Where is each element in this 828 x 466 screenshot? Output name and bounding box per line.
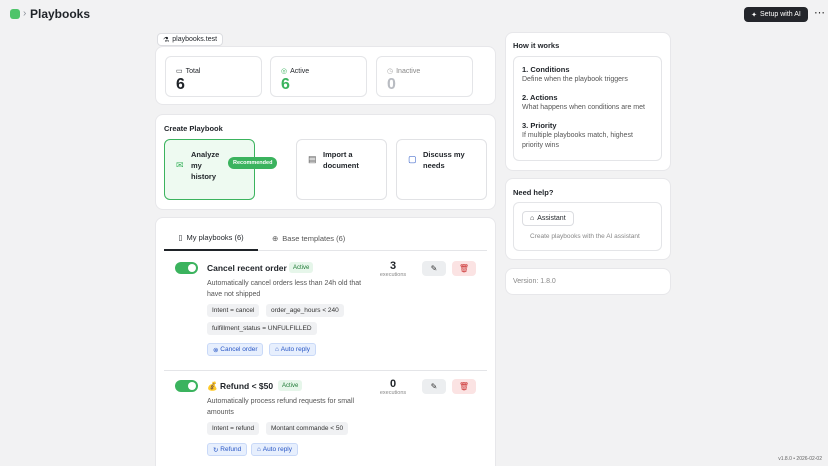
tab-label: Base templates (6)	[282, 234, 346, 243]
app-logo-icon	[10, 9, 20, 19]
action-chip: ⊗ Cancel order	[207, 343, 264, 356]
condition-chip: Intent = refund	[207, 422, 260, 435]
step-conditions: 1. Conditions Define when the playbook tr…	[522, 65, 660, 85]
step-text: What happens when conditions are met	[522, 104, 645, 111]
discuss-needs-option[interactable]: ▢ Discuss my needs	[396, 139, 487, 200]
count-label: executions	[379, 390, 407, 396]
step-title: 1. Conditions	[522, 65, 570, 74]
step-priority: 3. Priority If multiple playbooks match, …	[522, 121, 652, 151]
playbook-item: Cancel recent order Active 3 executions …	[164, 253, 487, 370]
import-document-option[interactable]: ▤ Import a document	[296, 139, 387, 200]
assistant-label: Assistant	[537, 215, 566, 222]
step-title: 3. Priority	[522, 121, 557, 130]
assistant-button[interactable]: ⌂ Assistant	[522, 211, 574, 226]
how-it-works-title: How it works	[513, 41, 560, 50]
count-value: 3	[389, 260, 397, 272]
help-text: Create playbooks with the AI assistant	[530, 233, 640, 240]
execution-count: 3 executions	[373, 260, 413, 278]
document-icon: ▤	[308, 154, 317, 164]
domain-chip[interactable]: ⚗ playbooks.test	[157, 33, 224, 46]
analyze-history-option[interactable]: ✉ Analyze my history Recommended	[164, 139, 278, 200]
step-title: 2. Actions	[522, 93, 558, 102]
step-actions: 2. Actions What happens when conditions a…	[522, 93, 660, 113]
mail-icon: ✉	[176, 160, 184, 170]
option-label: Discuss my needs	[423, 150, 465, 170]
enable-toggle[interactable]	[175, 262, 198, 274]
action-label: Auto reply	[262, 446, 293, 453]
condition-chip: fulfillment_status = UNFULFILLED	[207, 322, 317, 335]
page-title: Playbooks	[30, 7, 91, 21]
step-text: If multiple playbooks match, highest pri…	[522, 132, 633, 149]
need-help-title: Need help?	[513, 188, 554, 197]
recommended-badge: Recommended	[228, 157, 278, 169]
action-label: Auto reply	[280, 346, 311, 353]
stat-value: 6	[176, 76, 185, 93]
more-options-icon[interactable]: ⋯	[814, 6, 825, 19]
sparkle-icon: ✦	[751, 11, 757, 19]
setup-with-ai-label: Setup with AI	[760, 11, 801, 18]
setup-with-ai-button[interactable]: ✦ Setup with AI	[744, 7, 808, 22]
playbook-description: Automatically process refund requests fo…	[207, 398, 355, 416]
condition-chip: Intent = cancel	[207, 304, 260, 317]
check-circle-icon: ◎	[281, 68, 288, 75]
condition-chip: Montant commande < 50	[266, 422, 349, 435]
condition-chip: order_age_hours < 240	[266, 304, 344, 317]
create-playbook-title: Create Playbook	[164, 124, 223, 133]
clipboard-icon: ▯	[178, 233, 183, 242]
book-icon: ▭	[176, 68, 183, 75]
action-chip: ↻ Refund	[207, 443, 248, 456]
chat-icon: ▢	[408, 154, 417, 164]
tab-base-templates[interactable]: ⊕ Base templates (6)	[272, 226, 345, 251]
count-value: 0	[389, 378, 397, 390]
execution-count: 0 executions	[373, 378, 413, 396]
playbook-description: Automatically cancel orders less than 24…	[207, 280, 362, 298]
pencil-icon: ✎	[430, 264, 438, 273]
breadcrumb-separator-icon: ›	[23, 8, 27, 19]
action-chip: ⌂ Auto reply	[251, 443, 299, 456]
action-label: Refund	[220, 446, 242, 453]
playbook-name: 💰 Refund < $50	[207, 381, 274, 391]
tab-my-playbooks[interactable]: ▯ My playbooks (6)	[164, 226, 258, 251]
stat-value: 0	[387, 76, 396, 93]
tabs: ▯ My playbooks (6) ⊕ Base templates (6)	[164, 226, 487, 251]
clock-icon: ◷	[387, 68, 394, 75]
count-label: executions	[379, 272, 407, 278]
pencil-icon: ✎	[430, 382, 438, 391]
refresh-icon: ↻	[213, 446, 221, 454]
action-label: Cancel order	[220, 346, 258, 353]
top-bar: › Playbooks ✦ Setup with AI ⋯	[0, 0, 828, 30]
stat-label: Active	[290, 67, 310, 75]
version-label: Version: 1.8.0	[513, 278, 556, 285]
enable-toggle[interactable]	[175, 380, 198, 392]
option-label: Import a document	[323, 150, 359, 170]
trash-icon: 🗑	[458, 382, 470, 391]
edit-button[interactable]: ✎	[422, 261, 446, 276]
stat-label: Inactive	[396, 67, 421, 75]
status-badge: Active	[278, 380, 303, 391]
tab-label: My playbooks (6)	[186, 233, 244, 242]
stat-label: Total	[185, 67, 201, 75]
action-chip: ⌂ Auto reply	[269, 343, 317, 356]
playbook-name: Cancel recent order	[207, 263, 287, 273]
stat-total: ▭ Total 6	[165, 56, 262, 97]
playbook-item: 💰 Refund < $50 Active 0 executions ✎ 🗑 A…	[164, 371, 487, 466]
globe-icon: ⊕	[272, 234, 279, 243]
footer-version: v1.8.0 • 2026-02-02	[778, 456, 822, 462]
stat-value: 6	[281, 76, 290, 93]
option-label: Analyze my history	[191, 150, 220, 181]
status-badge: Active	[289, 262, 314, 273]
robot-icon: ⌂	[530, 215, 535, 222]
step-text: Define when the playbook triggers	[522, 76, 628, 83]
stat-inactive: ◷ Inactive 0	[376, 56, 473, 97]
delete-button[interactable]: 🗑	[452, 261, 476, 276]
flask-icon: ⚗	[163, 36, 170, 44]
edit-button[interactable]: ✎	[422, 379, 446, 394]
trash-icon: 🗑	[458, 264, 470, 273]
domain-label: playbooks.test	[172, 36, 218, 43]
delete-button[interactable]: 🗑	[452, 379, 476, 394]
help-box	[513, 202, 662, 251]
stat-active: ◎ Active 6	[270, 56, 367, 97]
cancel-icon: ⊗	[213, 346, 221, 354]
